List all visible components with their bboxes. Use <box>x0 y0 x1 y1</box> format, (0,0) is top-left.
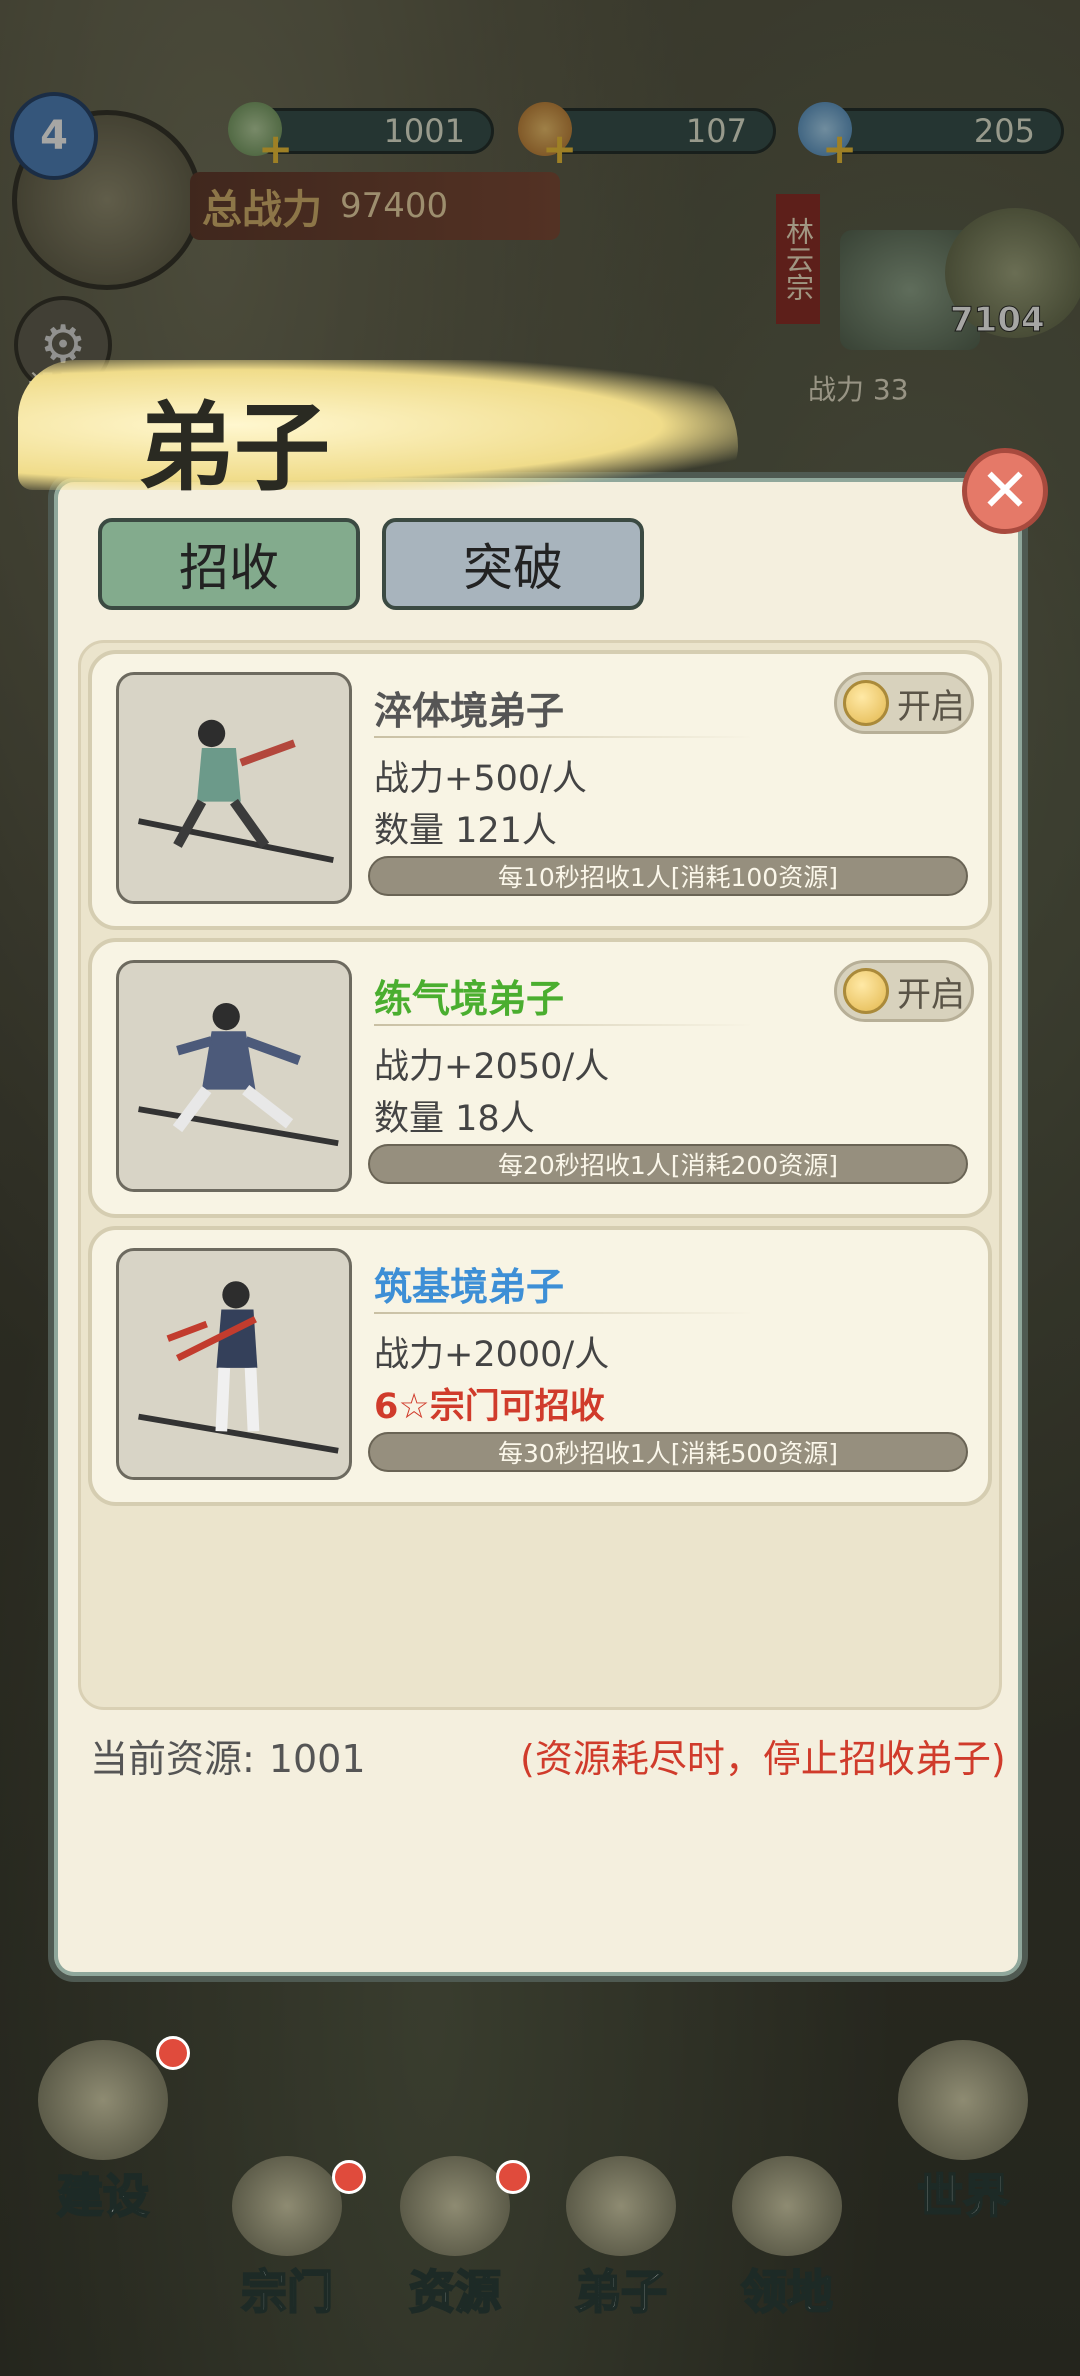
notification-badge <box>332 2160 366 2194</box>
disciple-card: 筑基境弟子 战力+2000/人 6☆宗门可招收 每30秒招收1人[消耗500资源… <box>88 1226 992 1506</box>
disciple-name: 练气境弟子 <box>374 977 565 1021</box>
nav-disciple[interactable]: 弟子 <box>546 2156 696 2322</box>
swordsman-icon <box>138 1002 339 1147</box>
toggle-knob <box>843 680 889 726</box>
close-button[interactable]: ✕ <box>962 448 1048 534</box>
sect-icon <box>232 2156 342 2256</box>
toggle-label: 开启 <box>897 686 965 727</box>
build-icon <box>38 2040 168 2160</box>
nav-label: 建设 <box>56 2168 150 2224</box>
nav-territory[interactable]: 领地 <box>712 2156 862 2322</box>
recruit-toggle[interactable]: 开启 <box>834 672 974 734</box>
name-divider <box>374 1024 754 1026</box>
title-cloud-decoration <box>18 360 738 490</box>
toggle-knob <box>843 968 889 1014</box>
recruit-rate-bar: 每30秒招收1人[消耗500资源] <box>368 1432 968 1472</box>
nav-label: 资源 <box>408 2264 502 2320</box>
disciple-portrait <box>116 1248 352 1480</box>
close-icon: ✕ <box>979 456 1031 526</box>
nav-label: 弟子 <box>574 2264 668 2320</box>
disciple-portrait <box>116 672 352 904</box>
tab-recruit[interactable]: 招收 <box>98 518 360 610</box>
current-resource-value: 1001 <box>268 1737 366 1781</box>
panel-title: 弟子 <box>138 391 330 504</box>
disciple-count: 数量 18人 <box>374 1099 535 1139</box>
disciple-power: 战力+500/人 <box>374 759 587 799</box>
notification-badge <box>496 2160 530 2194</box>
resource-icon <box>400 2156 510 2256</box>
swordsman-icon <box>137 719 334 863</box>
disciple-power: 战力+2050/人 <box>374 1047 610 1087</box>
unlock-requirement: 6☆宗门可招收 <box>374 1387 605 1427</box>
disciple-portrait <box>116 960 352 1192</box>
name-divider <box>374 1312 754 1314</box>
recruit-rate-bar: 每10秒招收1人[消耗100资源] <box>368 856 968 896</box>
nav-world[interactable]: 世界 <box>888 2040 1038 2226</box>
disciple-card: 练气境弟子 战力+2050/人 数量 18人 开启 每20秒招收1人[消耗200… <box>88 938 992 1218</box>
nav-label: 世界 <box>916 2168 1010 2224</box>
swordsman-icon <box>138 1281 339 1454</box>
nav-build[interactable]: 建设 <box>28 2040 178 2226</box>
recruit-rate-bar: 每20秒招收1人[消耗200资源] <box>368 1144 968 1184</box>
disciple-name: 淬体境弟子 <box>374 689 565 733</box>
resource-warning: (资源耗尽时，停止招收弟子) <box>520 1737 1006 1781</box>
world-icon <box>898 2040 1028 2160</box>
toggle-label: 开启 <box>897 974 965 1015</box>
panel-title-wrap: 弟子 <box>18 340 758 510</box>
name-divider <box>374 736 754 738</box>
current-resource-label: 当前资源: <box>90 1737 255 1781</box>
nav-label: 宗门 <box>240 2264 334 2320</box>
disciple-count: 数量 121人 <box>374 811 557 851</box>
disciple-power: 战力+2000/人 <box>374 1335 610 1375</box>
current-resource: 当前资源: 1001 <box>90 1728 366 1783</box>
nav-label: 领地 <box>740 2264 834 2320</box>
disciple-name: 筑基境弟子 <box>374 1265 565 1309</box>
tab-breakthrough[interactable]: 突破 <box>382 518 644 610</box>
disciple-card: 淬体境弟子 战力+500/人 数量 121人 开启 每10秒招收1人[消耗100… <box>88 650 992 930</box>
notification-badge <box>156 2036 190 2070</box>
territory-icon <box>732 2156 842 2256</box>
disciple-icon <box>566 2156 676 2256</box>
recruit-toggle[interactable]: 开启 <box>834 960 974 1022</box>
